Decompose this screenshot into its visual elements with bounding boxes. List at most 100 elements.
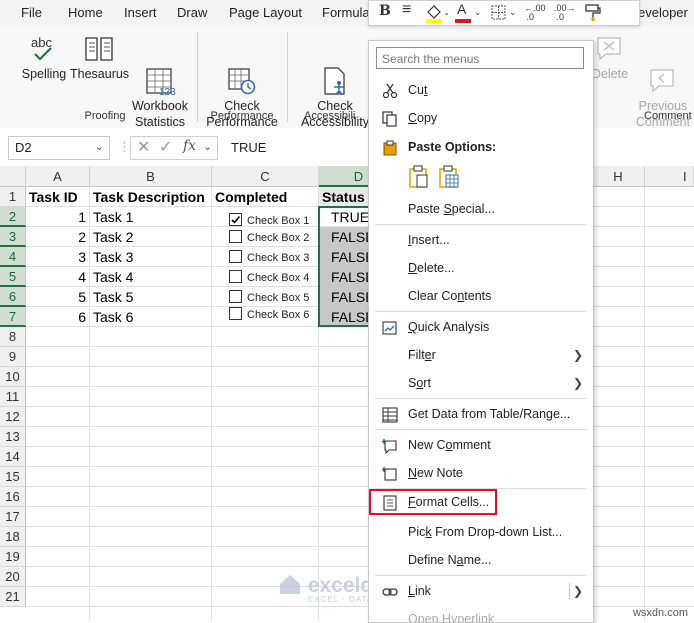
- header-task-description[interactable]: Task Description: [90, 187, 211, 207]
- cell-status[interactable]: FALSE: [319, 307, 369, 327]
- menu-item-filter[interactable]: Filter ❯: [369, 342, 593, 368]
- row-header-3[interactable]: 3: [0, 227, 26, 247]
- menu-item-link[interactable]: Link ❯: [369, 578, 593, 604]
- search-menus-input[interactable]: Search the menus: [376, 47, 584, 69]
- row-header-11[interactable]: 11: [0, 387, 26, 407]
- column-header-h[interactable]: H: [592, 166, 645, 187]
- row-header-16[interactable]: 16: [0, 487, 26, 507]
- cell-task-id[interactable]: 1: [26, 207, 89, 227]
- header-task-id[interactable]: Task ID: [26, 187, 89, 207]
- menu-item-pick-from-list[interactable]: Pick From Drop-down List...: [369, 519, 593, 545]
- cell-task-id[interactable]: 3: [26, 247, 89, 267]
- menu-item-paste-special[interactable]: Paste Special...: [369, 196, 593, 222]
- row-header-8[interactable]: 8: [0, 327, 26, 347]
- bold-button[interactable]: B: [379, 3, 391, 19]
- enter-check-icon[interactable]: ✓: [159, 137, 172, 157]
- paste-button[interactable]: [407, 165, 431, 192]
- paste-values-button[interactable]: [437, 165, 461, 192]
- checkbox-1[interactable]: Check Box 1: [229, 213, 309, 227]
- column-header-i[interactable]: I: [645, 166, 694, 187]
- thesaurus-button[interactable]: Thesaurus: [70, 34, 129, 82]
- menu-item-sort[interactable]: Sort ❯: [369, 370, 593, 396]
- row-header-2[interactable]: 2: [0, 207, 26, 227]
- menu-item-copy[interactable]: Copy: [369, 105, 593, 131]
- menu-item-new-comment[interactable]: New Comment: [369, 432, 593, 458]
- tab-developer[interactable]: eveloper: [638, 5, 688, 20]
- cell-status[interactable]: FALSE: [319, 287, 369, 307]
- cell-task-desc[interactable]: Task 3: [90, 247, 211, 267]
- cell-task-desc[interactable]: Task 6: [90, 307, 211, 327]
- menu-item-clear-contents[interactable]: Clear Contents: [369, 283, 593, 309]
- tab-insert[interactable]: Insert: [124, 5, 157, 20]
- cell-status[interactable]: FALSE: [319, 227, 369, 247]
- tab-formulas[interactable]: Formula: [322, 5, 370, 20]
- select-all-corner[interactable]: [0, 166, 26, 187]
- cell-task-id[interactable]: 4: [26, 267, 89, 287]
- tab-draw[interactable]: Draw: [177, 5, 207, 20]
- menu-item-delete[interactable]: Delete...: [369, 255, 593, 281]
- align-center-icon[interactable]: ≡: [402, 1, 411, 19]
- cell-task-id[interactable]: 2: [26, 227, 89, 247]
- row-header-10[interactable]: 10: [0, 367, 26, 387]
- row-header-13[interactable]: 13: [0, 427, 26, 447]
- cell-task-desc[interactable]: Task 1: [90, 207, 211, 227]
- checkbox-3[interactable]: Check Box 3: [229, 250, 309, 264]
- row-header-5[interactable]: 5: [0, 267, 26, 287]
- header-status[interactable]: Status: [319, 187, 369, 207]
- menu-item-define-name[interactable]: Define Name...: [369, 547, 593, 573]
- row-header-1[interactable]: 1: [0, 187, 26, 207]
- column-header-a[interactable]: A: [26, 166, 90, 187]
- name-box[interactable]: D2 ⌄: [8, 136, 110, 160]
- formula-input[interactable]: TRUE: [231, 140, 266, 155]
- increase-decimal-icon[interactable]: .00→ .0: [554, 4, 576, 22]
- row-header-19[interactable]: 19: [0, 547, 26, 567]
- row-header-14[interactable]: 14: [0, 447, 26, 467]
- checkbox-2[interactable]: Check Box 2: [229, 230, 309, 244]
- cell-task-desc[interactable]: Task 5: [90, 287, 211, 307]
- row-header-15[interactable]: 15: [0, 467, 26, 487]
- decrease-decimal-icon[interactable]: ←.00 .0: [524, 4, 546, 22]
- format-painter-icon[interactable]: [583, 2, 603, 25]
- row-header-9[interactable]: 9: [0, 347, 26, 367]
- row-header-20[interactable]: 20: [0, 567, 26, 587]
- spelling-button[interactable]: abc Spelling: [20, 34, 68, 82]
- cell-task-id[interactable]: 6: [26, 307, 89, 327]
- row-header-6[interactable]: 6: [0, 287, 26, 307]
- header-completed[interactable]: Completed: [212, 187, 318, 207]
- checkbox-4[interactable]: Check Box 4: [229, 270, 309, 284]
- workbook-statistics-label: Workbook Statistics: [131, 99, 189, 129]
- tab-home[interactable]: Home: [68, 5, 103, 20]
- tab-file[interactable]: File: [21, 5, 42, 20]
- menu-item-new-note[interactable]: New Note: [369, 460, 593, 486]
- cell-task-id[interactable]: 5: [26, 287, 89, 307]
- menu-item-cut[interactable]: Cut: [369, 77, 593, 103]
- workbook-statistics-button[interactable]: 123 Workbook Statistics: [130, 34, 190, 130]
- menu-item-get-data[interactable]: Get Data from Table/Range...: [369, 401, 593, 427]
- cell-status[interactable]: FALSE: [319, 267, 369, 287]
- row-header-4[interactable]: 4: [0, 247, 26, 267]
- font-color-button[interactable]: A ⌄: [455, 1, 482, 26]
- menu-item-open-hyperlink[interactable]: Open Hyperlink: [369, 606, 593, 622]
- delete-comment-button[interactable]: Delete: [588, 34, 632, 82]
- menu-item-insert[interactable]: Insert...: [369, 227, 593, 253]
- menu-item-quick-analysis[interactable]: Quick Analysis: [369, 314, 593, 340]
- row-header-17[interactable]: 17: [0, 507, 26, 527]
- menu-item-label: Pick From Drop-down List...: [408, 525, 563, 539]
- row-header-21[interactable]: 21: [0, 587, 26, 607]
- checkbox-5[interactable]: Check Box 5: [229, 290, 309, 304]
- cell-task-desc[interactable]: Task 4: [90, 267, 211, 287]
- cancel-icon[interactable]: ✕: [137, 137, 150, 157]
- cell-task-desc[interactable]: Task 2: [90, 227, 211, 247]
- fill-color-icon[interactable]: ⌄: [424, 3, 451, 26]
- borders-icon[interactable]: ⌄: [490, 4, 518, 25]
- insert-function-icon[interactable]: fx: [183, 138, 196, 154]
- row-header-18[interactable]: 18: [0, 527, 26, 547]
- column-header-c[interactable]: C: [212, 166, 319, 187]
- row-header-7[interactable]: 7: [0, 307, 26, 327]
- tab-page-layout[interactable]: Page Layout: [229, 5, 302, 20]
- checkbox-6[interactable]: Check Box 6: [229, 307, 309, 321]
- row-header-12[interactable]: 12: [0, 407, 26, 427]
- column-header-b[interactable]: B: [90, 166, 212, 187]
- cell-status[interactable]: TRUE: [319, 207, 369, 227]
- cell-status[interactable]: FALSE: [319, 247, 369, 267]
